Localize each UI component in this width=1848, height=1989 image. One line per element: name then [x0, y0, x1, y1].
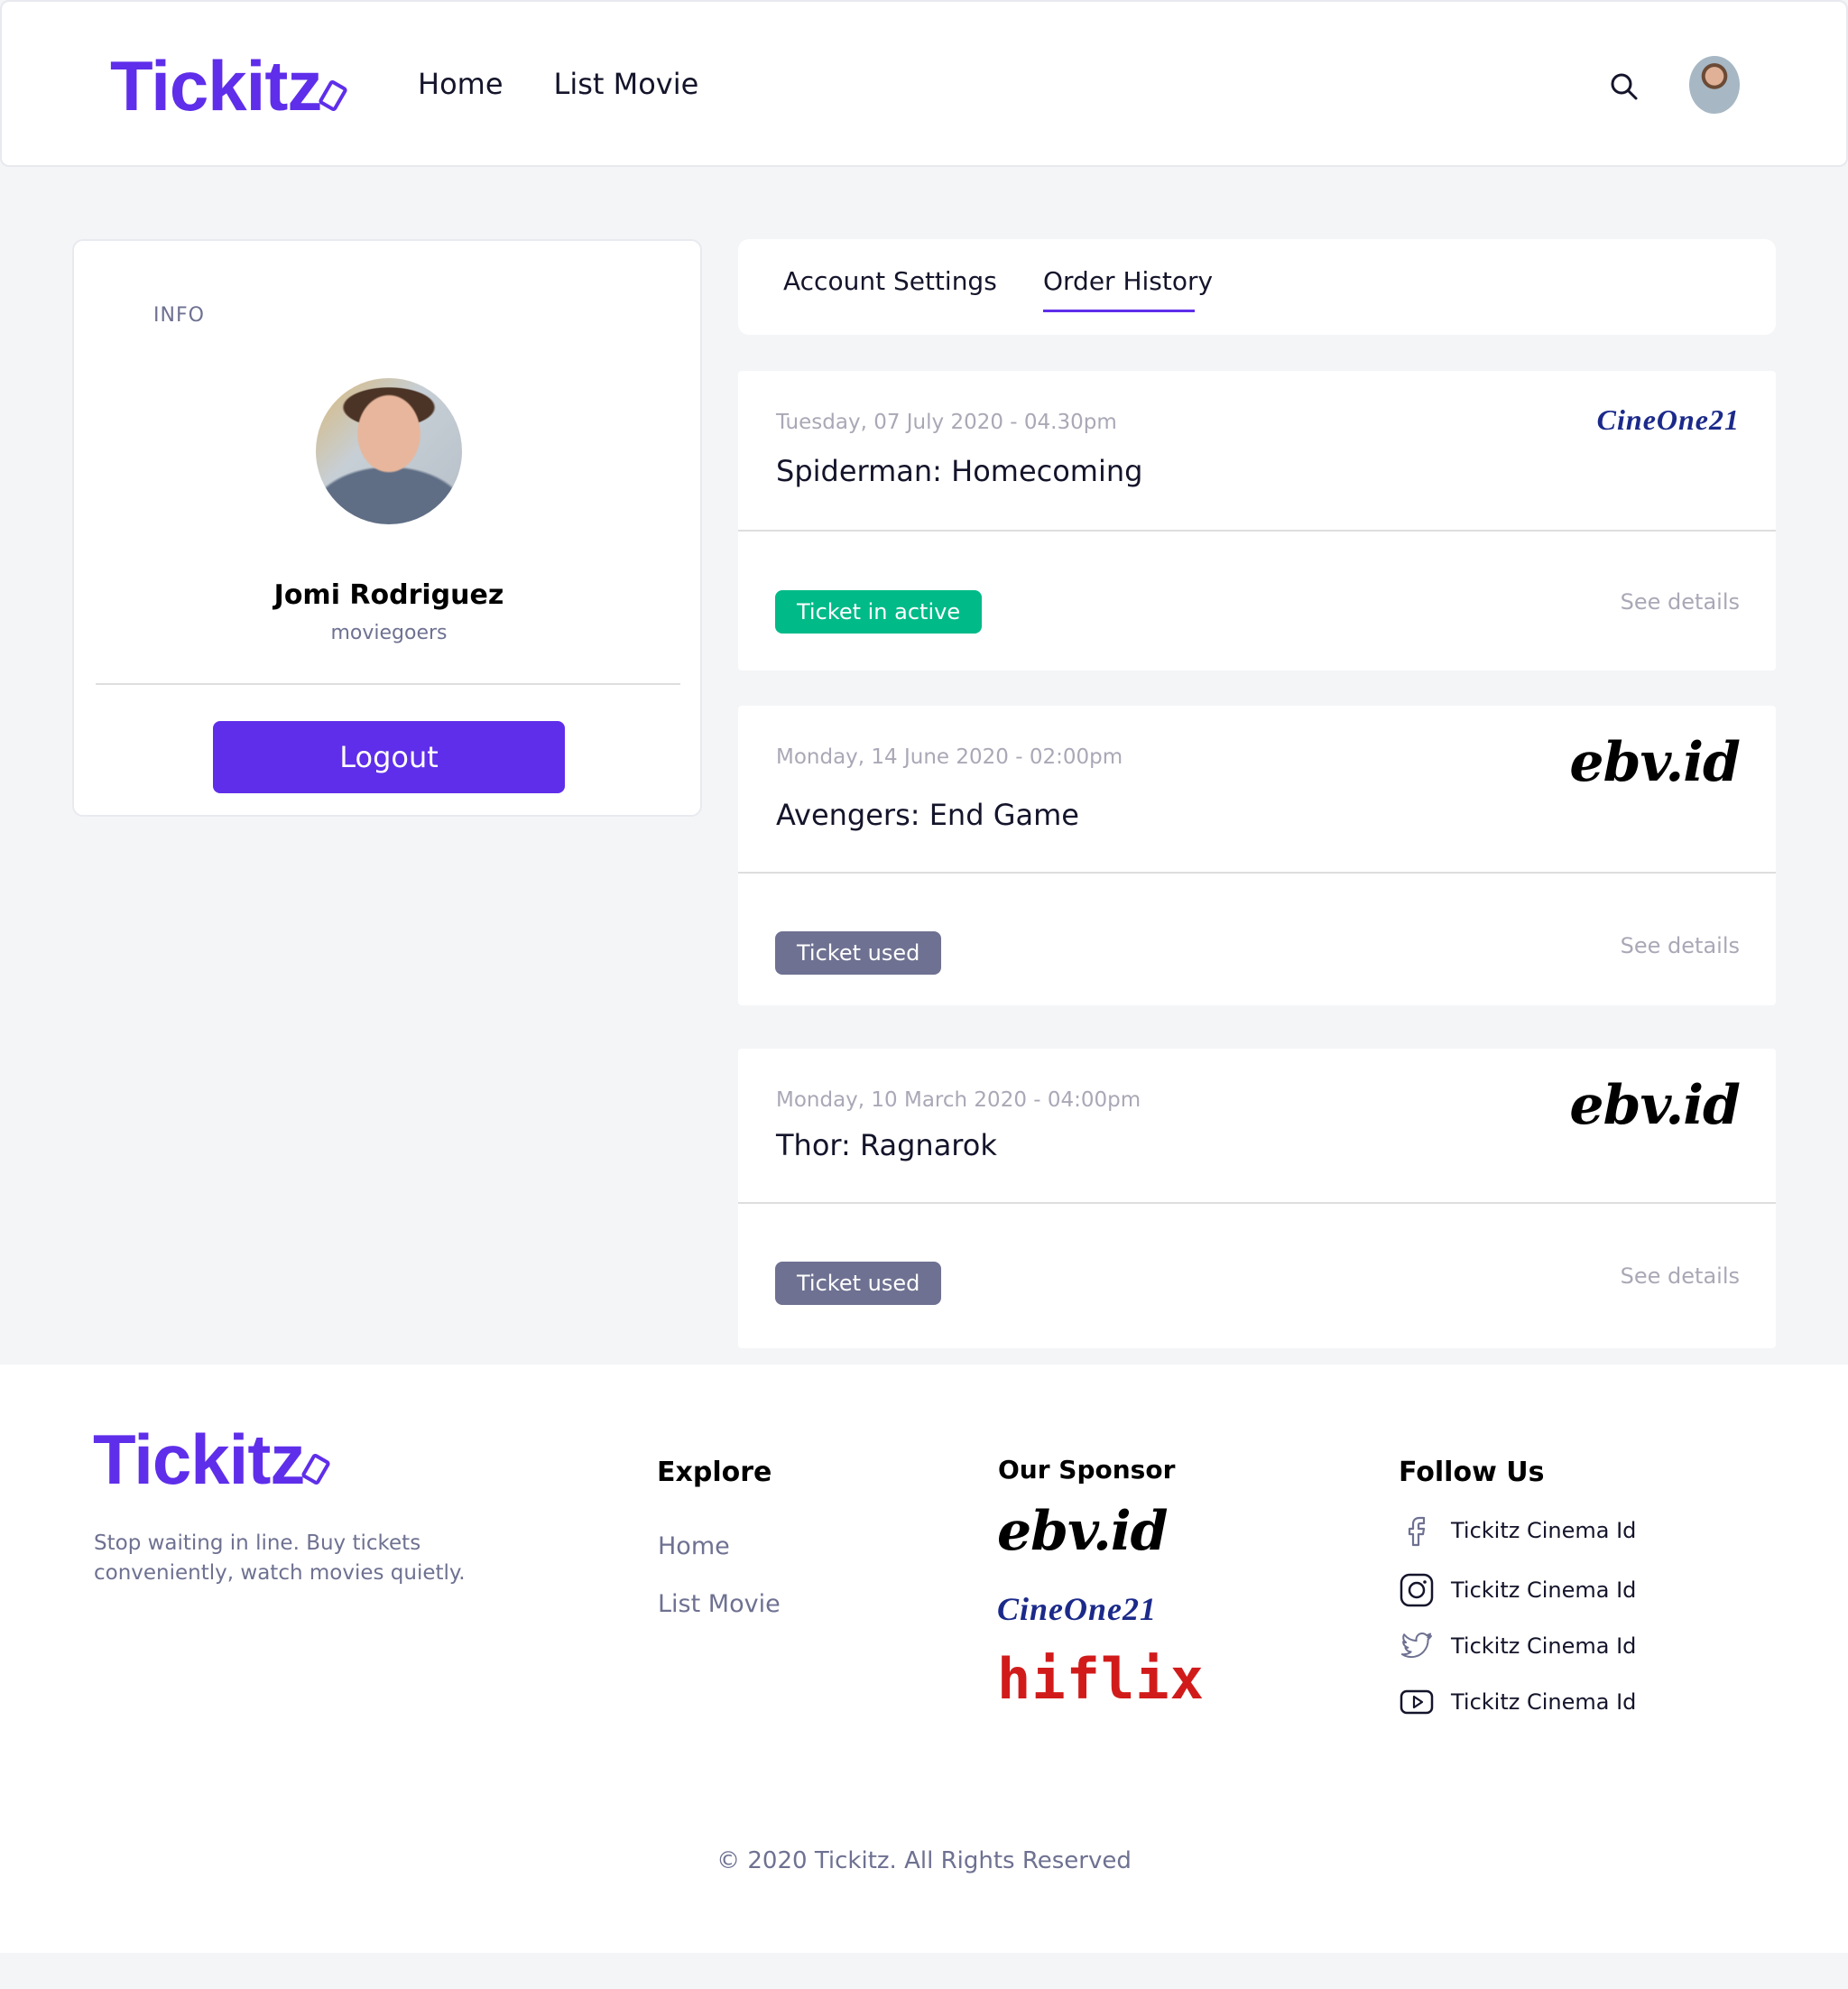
profile-avatar	[316, 378, 462, 524]
logout-button[interactable]: Logout	[213, 721, 565, 793]
status-badge: Ticket used	[775, 1262, 942, 1305]
social-youtube-link[interactable]: Tickitz Cinema Id	[1399, 1684, 1636, 1720]
profile-role: moviegoers	[330, 622, 448, 644]
footer-link-list-movie[interactable]: List Movie	[658, 1590, 781, 1618]
ticket-icon	[300, 1452, 332, 1485]
logo-text: Tickitz	[110, 46, 322, 125]
see-details-link[interactable]: See details	[1621, 933, 1740, 958]
tab-account-settings[interactable]: Account Settings	[783, 266, 997, 296]
nav-home-link[interactable]: Home	[418, 67, 504, 101]
social-label: Tickitz Cinema Id	[1451, 1577, 1637, 1603]
profile-tabs: Account Settings Order History	[738, 239, 1776, 335]
instagram-icon	[1400, 1573, 1434, 1607]
social-label: Tickitz Cinema Id	[1451, 1633, 1637, 1659]
twitter-icon	[1400, 1633, 1432, 1659]
tickitz-logo[interactable]: Tickitz	[110, 45, 349, 127]
status-badge: Ticket in active	[775, 590, 983, 634]
ticket-icon	[318, 79, 349, 112]
order-date: Monday, 10 March 2020 - 04:00pm	[776, 1088, 1141, 1112]
explore-heading: Explore	[657, 1457, 772, 1488]
sponsor-cineone21-logo: CineOne21	[997, 1591, 1158, 1627]
info-label: INFO	[153, 304, 205, 327]
social-label: Tickitz Cinema Id	[1451, 1689, 1637, 1715]
cinema-logo: CineOne21	[1596, 403, 1740, 436]
order-movie-title: Spiderman: Homecoming	[776, 454, 1143, 488]
logo-text: Tickitz	[93, 1420, 305, 1499]
profile-name: Jomi Rodriguez	[273, 579, 504, 611]
top-navbar: Tickitz Home List Movie	[0, 0, 1848, 167]
divider	[738, 530, 1776, 532]
order-movie-title: Avengers: End Game	[776, 798, 1079, 832]
nav-list-movie-link[interactable]: List Movie	[554, 67, 699, 101]
divider	[738, 1202, 1776, 1204]
tab-order-history[interactable]: Order History	[1043, 266, 1213, 296]
youtube-icon	[1400, 1689, 1434, 1715]
order-card: Monday, 10 March 2020 - 04:00pm Thor: Ra…	[738, 1049, 1776, 1348]
order-date: Tuesday, 07 July 2020 - 04.30pm	[776, 411, 1117, 434]
divider	[96, 683, 680, 685]
social-label: Tickitz Cinema Id	[1451, 1518, 1637, 1543]
user-avatar[interactable]	[1689, 56, 1740, 114]
status-badge: Ticket used	[775, 931, 942, 975]
footer-tagline: Stop waiting in line. Buy tickets conven…	[94, 1531, 466, 1585]
cinema-logo: ebv.id	[1569, 1074, 1741, 1137]
see-details-link[interactable]: See details	[1621, 1263, 1740, 1289]
cinema-logo: ebv.id	[1569, 731, 1741, 794]
order-card: Tuesday, 07 July 2020 - 04.30pm Spiderma…	[738, 371, 1776, 671]
footer: Tickitz Stop waiting in line. Buy ticket…	[0, 1365, 1848, 1953]
sponsor-heading: Our Sponsor	[998, 1455, 1176, 1485]
footer-logo[interactable]: Tickitz	[93, 1419, 332, 1501]
see-details-link[interactable]: See details	[1621, 589, 1740, 615]
main-nav: Home List Movie	[418, 67, 698, 101]
divider	[738, 872, 1776, 874]
facebook-icon	[1408, 1516, 1426, 1547]
order-movie-title: Thor: Ragnarok	[776, 1128, 997, 1162]
copyright-text: © 2020 Tickitz. All Rights Reserved	[716, 1847, 1132, 1874]
social-facebook-link[interactable]: Tickitz Cinema Id	[1399, 1513, 1636, 1549]
search-icon[interactable]	[1608, 70, 1640, 103]
social-instagram-link[interactable]: Tickitz Cinema Id	[1399, 1572, 1636, 1608]
social-twitter-link[interactable]: Tickitz Cinema Id	[1399, 1628, 1636, 1664]
order-card: Monday, 14 June 2020 - 02:00pm Avengers:…	[738, 706, 1776, 1005]
order-date: Monday, 14 June 2020 - 02:00pm	[776, 745, 1123, 769]
profile-info-card: INFO Jomi Rodriguez moviegoers Logout	[72, 239, 702, 817]
sponsor-hiflix-logo: hiflix	[997, 1646, 1205, 1712]
footer-link-home[interactable]: Home	[658, 1532, 730, 1560]
sponsor-ebv-logo: ebv.id	[997, 1500, 1169, 1563]
active-tab-indicator	[1043, 310, 1195, 312]
follow-heading: Follow Us	[1399, 1457, 1545, 1488]
